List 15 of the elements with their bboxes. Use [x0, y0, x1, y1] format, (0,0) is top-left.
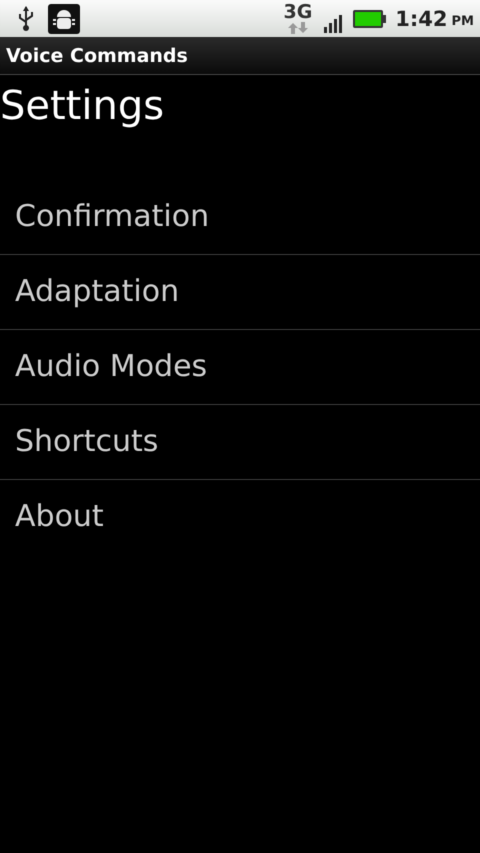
- signal-icon: [324, 14, 344, 32]
- clock-period: PM: [452, 14, 474, 29]
- settings-item[interactable]: Shortcuts: [0, 405, 480, 480]
- settings-item[interactable]: Audio Modes: [0, 330, 480, 405]
- settings-item[interactable]: About: [0, 480, 480, 554]
- network-type: 3G: [283, 3, 312, 22]
- screen-heading: Settings: [0, 82, 166, 131]
- android-debug-icon: [48, 4, 80, 34]
- usb-icon: [18, 6, 34, 32]
- app-title: Voice Commands: [6, 44, 188, 66]
- clock: 1:42: [395, 6, 448, 30]
- battery-icon: [352, 8, 388, 28]
- settings-item[interactable]: Adaptation: [0, 255, 480, 330]
- data-arrows-icon: [286, 22, 309, 34]
- settings-item[interactable]: Confirmation: [0, 180, 480, 255]
